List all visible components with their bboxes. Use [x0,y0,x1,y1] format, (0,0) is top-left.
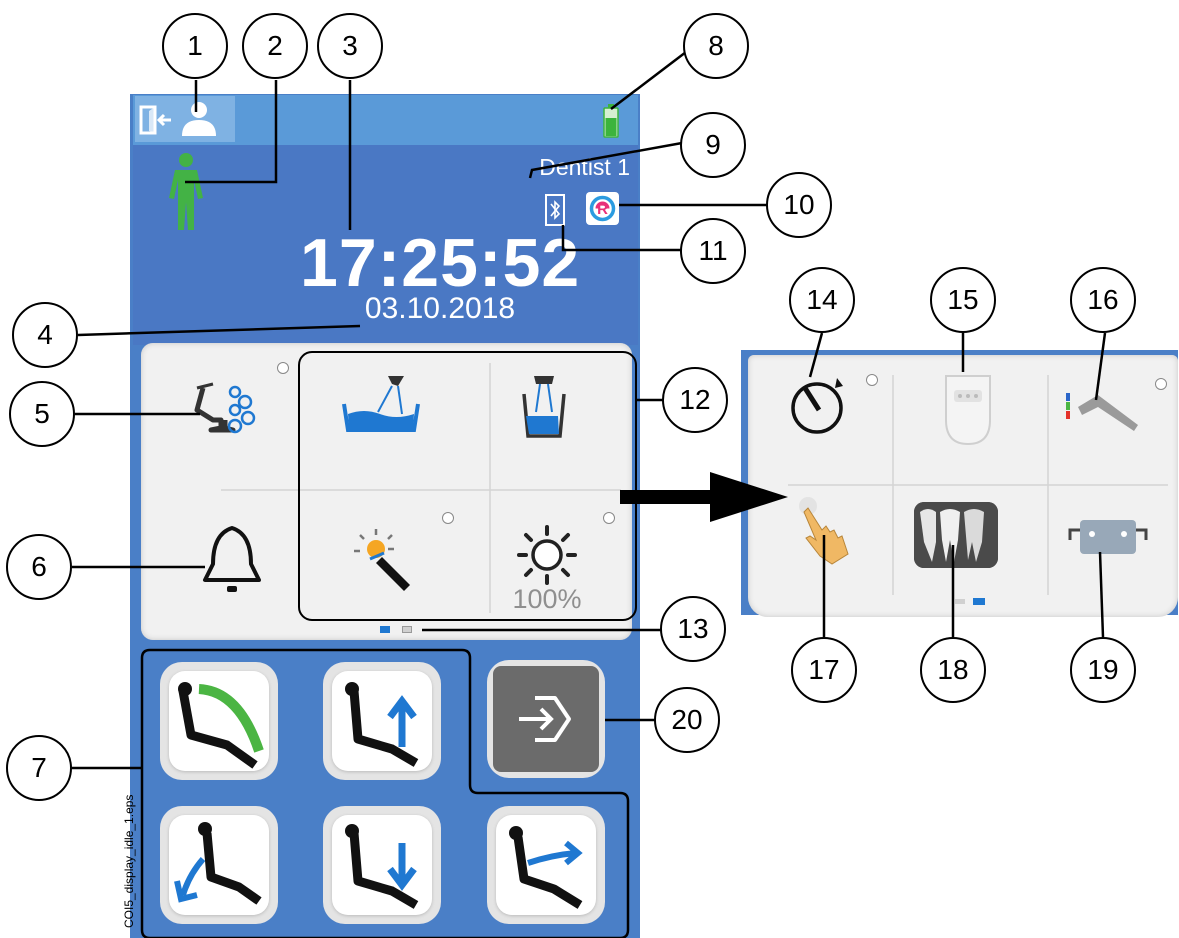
callout-5: 5 [9,381,75,447]
callout-19: 19 [1070,637,1136,703]
callout-20: 20 [654,687,720,753]
callout-6: 6 [6,534,72,600]
callout-12: 12 [662,367,728,433]
callout-7: 7 [6,735,72,801]
callout-10: 10 [766,172,832,238]
callout-3: 3 [317,13,383,79]
callout-17: 17 [791,637,857,703]
callout-13: 13 [660,596,726,662]
callout-4: 4 [12,302,78,368]
figure-label: COI5_display_idle_1.eps [122,794,136,928]
callout-18: 18 [920,637,986,703]
callout-1: 1 [162,13,228,79]
callout-16: 16 [1070,267,1136,333]
callout-8: 8 [683,13,749,79]
callout-15: 15 [930,267,996,333]
callout-2: 2 [242,13,308,79]
leader-lines [70,51,1107,770]
callout-14: 14 [789,267,855,333]
callout-11: 11 [680,218,746,284]
callout-9: 9 [680,112,746,178]
